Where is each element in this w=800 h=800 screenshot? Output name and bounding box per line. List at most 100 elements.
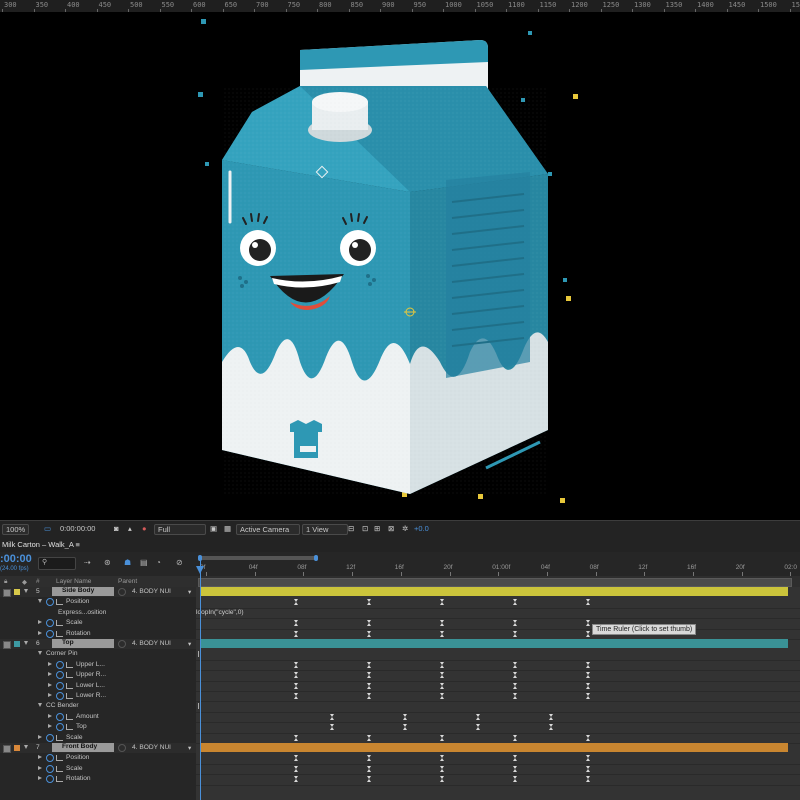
layer-name[interactable]: Front Body — [52, 743, 114, 752]
property-row[interactable]: Corner Pin — [0, 649, 196, 659]
layer-row[interactable]: 5 Side Body 4. BODY NUl ▾ — [0, 587, 196, 598]
work-area-navigator[interactable] — [198, 555, 318, 561]
label-color[interactable] — [14, 745, 20, 751]
stopwatch-icon[interactable] — [46, 629, 56, 639]
time-ruler[interactable]: 0f04f08f12f16f20f01:00f04f08f12f16f20f02… — [196, 563, 800, 576]
reset-exposure-icon[interactable]: ✲ — [402, 524, 408, 533]
view-layout-select[interactable]: 1 View — [302, 524, 348, 535]
graph-icon[interactable] — [56, 755, 66, 763]
keyframe[interactable] — [439, 755, 445, 762]
expand-arrow-icon[interactable] — [24, 640, 30, 647]
parent-select[interactable]: 4. BODY NUl — [132, 588, 171, 595]
region-of-interest-icon[interactable]: ▣ — [210, 524, 217, 533]
keyframe[interactable] — [585, 599, 591, 606]
property-row[interactable]: CC Bender — [0, 701, 196, 711]
channel-icon[interactable]: ● — [142, 524, 147, 533]
keyframe[interactable] — [585, 765, 591, 772]
keyframe[interactable] — [439, 776, 445, 783]
resolution-select[interactable]: Full — [154, 524, 206, 535]
draft-3d-icon[interactable]: ⊛ — [104, 558, 111, 567]
keyframe[interactable] — [329, 713, 335, 720]
keyframe[interactable] — [293, 755, 299, 762]
keyframe[interactable] — [439, 661, 445, 668]
layer-name[interactable]: Top — [52, 639, 114, 648]
fast-preview-icon[interactable]: ⊡ — [362, 524, 368, 533]
keyframe[interactable] — [366, 620, 372, 627]
property-row[interactable]: Upper L... — [0, 660, 196, 670]
parent-dropdown-icon[interactable]: ▾ — [188, 640, 191, 648]
keyframe[interactable] — [402, 713, 408, 720]
timeline-graph-area[interactable]: loopIn("cycle",0) — [196, 587, 800, 800]
keyframe[interactable] — [585, 776, 591, 783]
keyframe[interactable] — [585, 620, 591, 627]
label-color[interactable] — [14, 641, 20, 647]
stopwatch-icon[interactable] — [46, 598, 56, 607]
timeline-icon[interactable]: ⊞ — [374, 524, 380, 533]
keyframe[interactable] — [585, 693, 591, 699]
graph-icon[interactable] — [56, 599, 66, 607]
keyframe[interactable] — [585, 682, 591, 689]
stopwatch-icon[interactable] — [56, 660, 66, 670]
graph-icon[interactable] — [66, 693, 76, 701]
keyframe[interactable] — [293, 620, 299, 627]
layer-duration-bar[interactable] — [200, 639, 788, 648]
expand-arrow-icon[interactable] — [24, 588, 30, 595]
pickwhip-icon[interactable] — [118, 744, 126, 752]
expand-arrow-icon[interactable] — [48, 661, 54, 668]
expand-arrow-icon[interactable] — [38, 619, 44, 626]
property-row[interactable]: Amount — [0, 712, 196, 722]
stopwatch-icon[interactable] — [56, 712, 66, 722]
graph-icon[interactable] — [56, 776, 66, 784]
graph-editor-icon[interactable]: ⊘ — [176, 558, 183, 567]
property-track[interactable] — [196, 774, 800, 786]
expand-arrow-icon[interactable] — [38, 598, 44, 605]
keyframe[interactable] — [512, 599, 518, 606]
graph-icon[interactable] — [66, 672, 76, 680]
graph-icon[interactable] — [66, 713, 76, 722]
toggle-pixel-aspect-icon[interactable]: ⊟ — [348, 524, 354, 533]
stopwatch-icon[interactable] — [46, 775, 56, 784]
visibility-toggle[interactable] — [3, 641, 11, 649]
keyframe[interactable] — [366, 765, 372, 772]
expand-arrow-icon[interactable] — [38, 765, 44, 772]
property-row[interactable]: Rotation — [0, 774, 196, 784]
property-row[interactable]: Top — [0, 722, 196, 732]
keyframe[interactable] — [293, 682, 299, 689]
property-row[interactable]: Lower L... — [0, 681, 196, 691]
keyframe[interactable] — [366, 661, 372, 668]
keyframe[interactable] — [548, 713, 554, 720]
transparency-grid-icon[interactable]: ▦ — [224, 524, 231, 533]
stopwatch-icon[interactable] — [46, 619, 56, 628]
keyframe[interactable] — [585, 661, 591, 668]
graph-icon[interactable] — [56, 765, 66, 774]
keyframe[interactable] — [512, 630, 518, 637]
expand-arrow-icon[interactable] — [38, 734, 44, 741]
expand-arrow-icon[interactable] — [48, 671, 54, 678]
keyframe[interactable] — [366, 693, 372, 699]
keyframe[interactable] — [293, 630, 299, 637]
keyframe[interactable] — [366, 734, 372, 741]
col-layer-name[interactable]: Layer Name — [56, 578, 91, 585]
stopwatch-icon[interactable] — [56, 671, 66, 680]
comp-tab[interactable]: Milk Carton – Walk_A ≡ — [2, 540, 80, 549]
graph-icon[interactable] — [56, 630, 66, 639]
keyframe[interactable] — [512, 734, 518, 741]
keyframe[interactable] — [585, 672, 591, 679]
keyframe[interactable] — [512, 661, 518, 668]
stopwatch-icon[interactable] — [56, 681, 66, 691]
composition-viewer[interactable] — [0, 12, 800, 520]
keyframe[interactable] — [585, 734, 591, 741]
snapshot-icon[interactable]: ◙ — [114, 524, 119, 533]
expand-arrow-icon[interactable] — [48, 723, 54, 730]
layer-search-input[interactable]: ⚲ — [38, 557, 76, 570]
keyframe[interactable] — [475, 713, 481, 720]
keyframe[interactable] — [402, 724, 408, 731]
keyframe[interactable] — [512, 693, 518, 699]
keyframe[interactable] — [293, 765, 299, 772]
property-row[interactable]: Rotation — [0, 629, 196, 639]
visibility-toggle[interactable] — [3, 745, 11, 753]
graph-icon[interactable] — [66, 724, 76, 732]
keyframe[interactable] — [366, 755, 372, 762]
expand-arrow-icon[interactable] — [48, 682, 54, 689]
graph-icon[interactable] — [56, 734, 66, 743]
